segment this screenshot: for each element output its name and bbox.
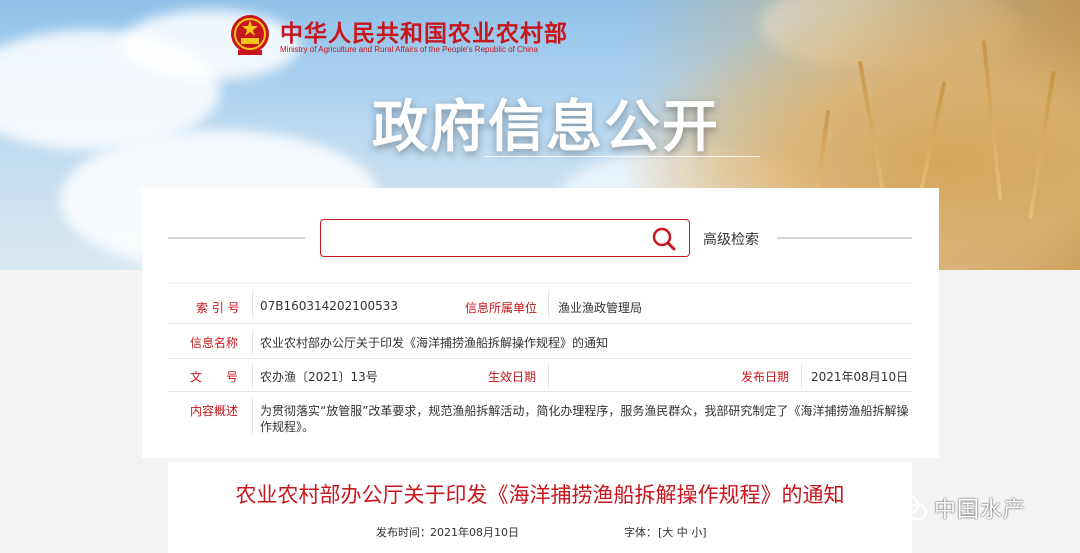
divider: [252, 364, 253, 388]
index-value: 07B160314202100533: [260, 299, 399, 313]
ministry-name-en: Ministry of Agriculture and Rural Affair…: [280, 45, 538, 54]
divider: [168, 237, 305, 239]
article-section: 农业农村部办公厅关于印发《海洋捕捞渔船拆解操作规程》的通知 发布时间： 2021…: [168, 462, 912, 553]
divider: [252, 330, 253, 354]
info-table: 索 引 号 07B160314202100533 信息所属单位 渔业渔政管理局 …: [168, 283, 912, 445]
doc-number-value: 农办渔〔2021〕13号: [260, 370, 378, 384]
divider: [777, 237, 912, 239]
publish-time-label: 发布时间：: [376, 526, 431, 539]
name-value: 农业农村部办公厅关于印发《海洋捕捞渔船拆解操作规程》的通知: [260, 336, 609, 350]
page-title: 政府信息公开: [372, 95, 720, 160]
unit-label: 信息所属单位: [465, 301, 538, 315]
name-label: 信息名称: [190, 336, 239, 350]
summary-label: 内容概述: [190, 404, 239, 418]
search-icon[interactable]: [651, 226, 677, 252]
search-input[interactable]: [320, 219, 690, 257]
divider: [548, 364, 549, 388]
watermark-text: 中国水产: [934, 498, 1027, 523]
divider: [252, 290, 253, 318]
font-size-label: 字体：: [624, 526, 657, 539]
unit-value: 渔业渔政管理局: [558, 301, 643, 315]
effective-date-label: 生效日期: [488, 370, 537, 384]
divider: [485, 156, 760, 157]
index-label: 索 引 号: [196, 301, 240, 315]
publish-date-label: 发布日期: [741, 370, 790, 384]
summary-line: 为贯彻落实“放管服”改革要求，规范渔船拆解活动，简化办理程序，服务渔民群众，我部…: [260, 404, 909, 418]
doc-number-label: 文 号: [190, 370, 239, 384]
summary-line: 作规程》。: [260, 420, 315, 434]
watermark: 中国水产: [894, 488, 1026, 528]
publish-time-value: 2021年08月10日: [430, 526, 519, 539]
divider: [548, 290, 549, 318]
article-title: 农业农村部办公厅关于印发《海洋捕捞渔船拆解操作规程》的通知: [235, 483, 845, 507]
ministry-name-cn[interactable]: 中华人民共和国农业农村部: [280, 14, 568, 48]
cloud: [120, 10, 300, 80]
font-size-switcher[interactable]: [大 中 小]: [658, 524, 707, 540]
divider: [252, 398, 253, 434]
advanced-search-link[interactable]: 高级检索: [703, 229, 759, 249]
publish-date-value: 2021年08月10日: [811, 370, 909, 384]
divider: [801, 364, 802, 388]
national-emblem-icon[interactable]: [228, 12, 272, 58]
wechat-icon: [895, 495, 927, 520]
